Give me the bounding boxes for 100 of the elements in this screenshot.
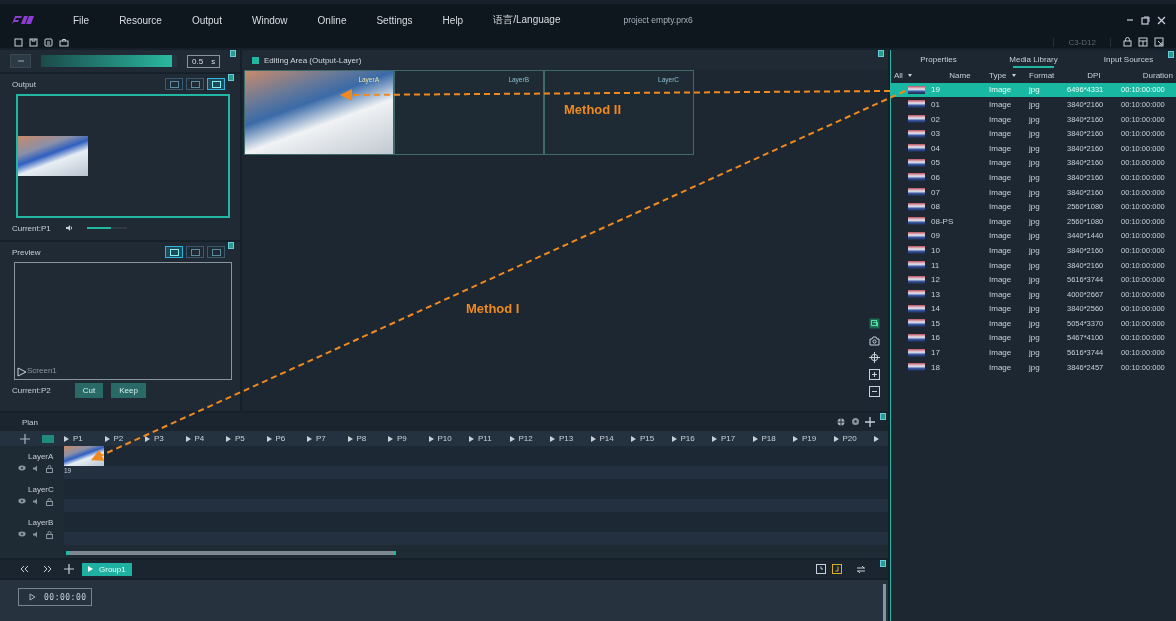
eye-icon[interactable]	[18, 531, 26, 537]
column-header[interactable]: All	[891, 70, 931, 80]
lock-icon[interactable]	[1123, 37, 1132, 47]
table-cell-text: Image	[989, 172, 1013, 182]
minus-button[interactable]	[10, 54, 32, 68]
menu-item[interactable]: Resource	[104, 13, 177, 27]
play-icon[interactable]	[29, 593, 36, 601]
program-tab[interactable]: P2	[104, 434, 145, 443]
program-tab[interactable]: P6	[266, 434, 307, 443]
view-mode-button[interactable]	[207, 78, 225, 90]
program-tab[interactable]: P4	[185, 434, 226, 443]
thumbnail-placeholder	[908, 363, 925, 372]
project-title: project empty.prx6	[623, 15, 693, 25]
program-tab[interactable]: P5	[226, 434, 267, 443]
speaker-icon[interactable]	[32, 465, 40, 472]
lock-icon[interactable]	[46, 531, 53, 539]
column-header[interactable]: Type	[989, 70, 1029, 80]
crosshair-icon[interactable]	[836, 417, 846, 427]
program-tab[interactable]: P18	[752, 434, 793, 443]
program-tab[interactable]: P10	[428, 434, 469, 443]
add-icon[interactable]	[865, 417, 875, 427]
eye-icon[interactable]	[18, 465, 26, 471]
action-button[interactable]: Keep	[111, 382, 146, 398]
panel-tab[interactable]: Input Sources	[1081, 50, 1176, 68]
lock-icon[interactable]	[46, 465, 53, 473]
layout-icon[interactable]	[1138, 37, 1148, 47]
speaker-icon[interactable]	[64, 224, 73, 232]
document-icon[interactable]	[44, 37, 53, 47]
column-header[interactable]: Format	[1029, 70, 1067, 80]
action-button[interactable]: Cut	[74, 382, 104, 398]
panel-tab[interactable]: Properties	[891, 50, 986, 68]
annotation-label: Method II	[564, 102, 622, 117]
scrollbar[interactable]	[883, 584, 886, 621]
double-right-arrow-icon[interactable]	[43, 565, 52, 573]
program-tab[interactable]: P19	[793, 434, 834, 443]
camera-icon[interactable]	[869, 335, 880, 346]
column-header[interactable]: DPI	[1067, 70, 1121, 80]
program-tab[interactable]: P9	[388, 434, 429, 443]
menu-item[interactable]: Window	[236, 13, 303, 27]
table-cell-text: Image	[989, 289, 1013, 299]
panel-title: Preview	[12, 247, 41, 257]
photo-placeholder[interactable]	[64, 446, 104, 466]
view-mode-button[interactable]	[207, 246, 225, 258]
menu-item[interactable]: Output	[176, 13, 237, 27]
menu-item[interactable]: Online	[302, 13, 362, 27]
table-cell-text: jpg	[1029, 129, 1041, 139]
add-icon[interactable]	[64, 564, 74, 574]
panel-tab[interactable]: Media Library	[986, 50, 1081, 68]
column-header[interactable]: Duration	[1121, 70, 1176, 80]
swap-icon[interactable]	[856, 564, 866, 574]
zoom-in-icon[interactable]	[869, 369, 880, 380]
close-icon[interactable]	[1157, 15, 1166, 25]
table-cell-text: 11	[931, 260, 941, 270]
table-cell-text: jpg	[1029, 216, 1041, 226]
restore-icon[interactable]	[1141, 15, 1150, 25]
program-tab[interactable]: P1	[64, 434, 105, 443]
view-mode-button[interactable]	[165, 246, 183, 258]
transition-time-field[interactable]: 0.5 s	[187, 54, 221, 68]
briefcase-icon[interactable]	[59, 37, 69, 47]
program-tab[interactable]: P15	[631, 434, 672, 443]
program-tab[interactable]: P14	[590, 434, 631, 443]
menu-item[interactable]: Help	[427, 13, 479, 27]
save-icon[interactable]	[29, 37, 38, 47]
scrollbar-thumb[interactable]	[66, 551, 396, 555]
menu-item[interactable]: File	[58, 13, 105, 27]
calendar-icon[interactable]	[832, 564, 842, 574]
menu-item[interactable]: Settings	[361, 13, 428, 27]
view-mode-button[interactable]	[165, 78, 183, 90]
new-file-icon[interactable]	[14, 37, 23, 47]
table-cell-text: jpg	[1029, 172, 1041, 182]
program-tab[interactable]: P12	[509, 434, 550, 443]
menu-item[interactable]: 语言/Language	[478, 13, 576, 27]
table-cell-text: 19	[931, 85, 941, 95]
play-icon[interactable]	[17, 367, 27, 377]
thumbnail-placeholder	[908, 348, 925, 357]
view-mode-button[interactable]	[186, 78, 204, 90]
table-cell-text: 02	[931, 114, 941, 124]
eye-icon[interactable]	[18, 498, 26, 504]
copy-icon[interactable]	[869, 318, 880, 329]
clock-icon[interactable]	[816, 564, 826, 574]
program-tab[interactable]: P3	[145, 434, 186, 443]
program-tab[interactable]: P8	[347, 434, 388, 443]
lock-icon[interactable]	[46, 498, 53, 506]
program-tab[interactable]: P17	[712, 434, 753, 443]
program-tab[interactable]: P11	[469, 434, 510, 443]
double-left-arrow-icon[interactable]	[20, 565, 29, 573]
column-header[interactable]: Name	[931, 70, 989, 80]
export-icon[interactable]	[1154, 37, 1164, 47]
program-tab[interactable]: P20	[833, 434, 874, 443]
table-cell-text: 03	[931, 129, 941, 139]
speaker-icon[interactable]	[32, 531, 40, 538]
program-tab[interactable]: P7	[307, 434, 348, 443]
view-mode-button[interactable]	[186, 246, 204, 258]
speaker-icon[interactable]	[32, 498, 40, 505]
program-tab[interactable]: P16	[671, 434, 712, 443]
zoom-out-icon[interactable]	[869, 386, 880, 397]
add-icon[interactable]	[20, 433, 30, 444]
play-icon[interactable]	[874, 435, 879, 442]
program-tab[interactable]: P13	[550, 434, 591, 443]
timecode-display[interactable]: 00:00:00	[18, 588, 92, 606]
